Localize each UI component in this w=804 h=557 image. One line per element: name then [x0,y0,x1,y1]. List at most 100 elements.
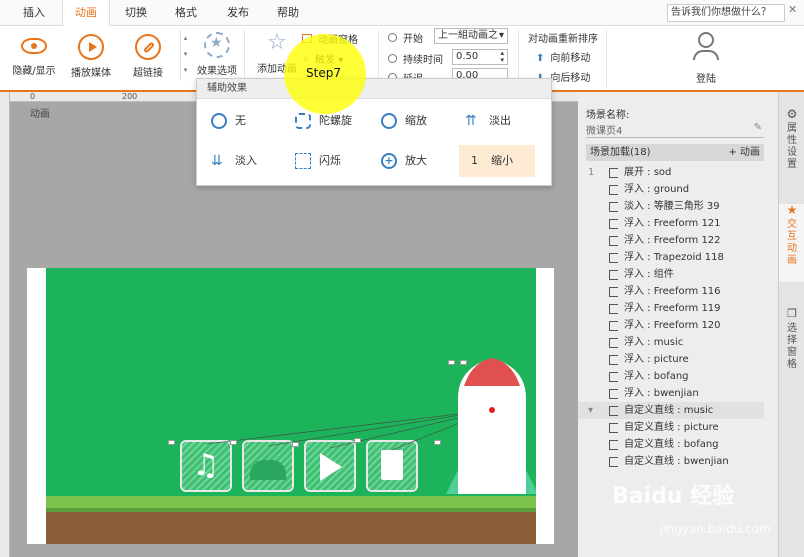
list-item[interactable]: 自定义直线 : bwenjian [578,453,764,470]
list-item[interactable]: 1 展开 : sod [578,164,764,181]
eye-icon [21,38,47,54]
gear-icon: ⚙ [786,107,798,121]
option-fade-in[interactable]: ⇊ 淡入 [211,147,281,175]
login-button[interactable]: 登陆 [680,32,732,85]
effect-options-button[interactable]: ★ 效果选项 [194,32,240,77]
play-media-button[interactable]: 播放媒体 [66,34,116,79]
tab-publish[interactable]: 发布 [218,0,258,26]
list-item-label: 浮入 : Freeform 120 [624,320,721,331]
list-item-number: ▾ [588,405,594,416]
animation-type-icon [609,253,618,263]
menu-bar: 插入 动画 切换 格式 发布 帮助 告诉我们你想做什么？ ✕ [0,0,804,27]
list-item[interactable]: 浮入 : music [578,334,764,351]
selection-handle[interactable] [460,360,467,365]
animation-type-icon [609,304,618,314]
selection-handle[interactable] [448,360,455,365]
list-item-label: 自定义直线 : picture [624,422,719,433]
tab-insert[interactable]: 插入 [14,0,54,26]
animation-type-icon [609,389,618,399]
fade-in-icon: ⇊ [211,153,223,169]
option-enlarge[interactable]: + 放大 [381,147,461,175]
list-item-label: 浮入 : bwenjian [624,388,699,399]
list-item[interactable]: 自定义直线 : bofang [578,436,764,453]
baidu-watermark: Baidu 经验 [612,484,735,509]
animation-type-icon [609,321,618,331]
help-search-input[interactable]: 告诉我们你想做什么？ [667,4,785,22]
list-item[interactable]: 淡入 : 等腰三角形 39 [578,198,764,215]
tab-transition[interactable]: 切换 [116,0,156,26]
hyperlink-label: 超链接 [133,68,163,79]
option-zoom[interactable]: 缩放 [381,107,461,135]
tab-animation[interactable]: 动画 [62,0,110,27]
tab-help[interactable]: 帮助 [268,0,308,26]
rocket-nose[interactable] [464,358,520,386]
list-item[interactable]: 自定义直线 : picture [578,419,764,436]
selection-handle[interactable] [292,442,299,447]
hide-show-button[interactable]: 隐藏/显示 [8,34,60,77]
effect-popup: 辅助效果 无 陀螺旋 缩放 ⇈ 淡出 ⇊ 淡入 闪烁 + 放大 1 缩小 [196,78,552,186]
animation-type-icon [609,185,618,195]
step-label: Step7 [306,66,341,80]
list-item[interactable]: 浮入 : ground [578,181,764,198]
list-item[interactable]: 浮入 : Freeform 116 [578,283,764,300]
sidebar-properties[interactable]: ⚙ 属性设置 [779,108,804,171]
option-none[interactable]: 无 [211,107,281,135]
tab-format[interactable]: 格式 [166,0,206,26]
clock-icon [388,33,397,42]
user-icon [698,32,714,48]
list-item-label: 展开 : sod [624,167,672,178]
ruler-tick: 0 [30,92,36,101]
scene-name-input[interactable]: 微课页4 ✎ [586,122,764,138]
arrow-up-icon: ⬆ [536,53,545,64]
selection-handle[interactable] [168,440,175,445]
list-item[interactable]: 浮入 : Freeform 122 [578,232,764,249]
animation-type-icon [609,372,618,382]
selection-handle[interactable] [434,440,441,445]
list-item[interactable]: 浮入 : Freeform 120 [578,317,764,334]
gallery-scroll[interactable]: ▴ ▾ ▾ [180,30,190,80]
list-item-label: 浮入 : Freeform 116 [624,286,721,297]
shrink-number: 1 [471,154,478,167]
list-item-label: 浮入 : Trapezoid 118 [624,252,724,263]
list-item-number: 1 [588,167,595,178]
option-shrink[interactable]: 1 缩小 [459,145,535,177]
fade-out-icon: ⇈ [465,113,477,129]
selection-handle[interactable] [230,440,237,445]
add-animation-link[interactable]: + 动画 [728,144,760,161]
list-item[interactable]: 浮入 : picture [578,351,764,368]
list-item[interactable]: 浮入 : 组件 [578,266,764,283]
list-item[interactable]: 浮入 : Trapezoid 118 [578,249,764,266]
scene-background[interactable]: ♫ [46,268,536,544]
option-fade-out[interactable]: ⇈ 淡出 [465,107,545,135]
list-item[interactable]: 浮入 : Freeform 121 [578,215,764,232]
animation-type-icon [609,457,618,467]
list-item-label: 浮入 : music [624,337,684,348]
play-icon [78,34,104,60]
list-item-label: 淡入 : 等腰三角形 39 [624,201,720,212]
list-item[interactable]: 浮入 : Freeform 119 [578,300,764,317]
chevron-down-icon: ▾ [498,30,504,41]
duration-input[interactable]: 0.50 ▴ ▾ [452,49,508,65]
move-earlier-button[interactable]: ⬆ 向前移动 [536,49,590,64]
star-icon: ★ [786,203,798,217]
list-item[interactable]: ▾ 自定义直线 : music [578,402,764,419]
list-item-label: 浮入 : bofang [624,371,689,382]
list-item-label: 自定义直线 : bwenjian [624,456,729,467]
sidebar-interactive[interactable]: ★ 交互动画 [779,204,804,282]
close-icon[interactable]: ✕ [788,3,797,16]
list-item-label: 浮入 : picture [624,354,689,365]
motion-target-point[interactable] [489,407,495,413]
option-flash[interactable]: 闪烁 [295,147,375,175]
edit-icon[interactable]: ✎ [754,122,762,133]
list-item[interactable]: 浮入 : bwenjian [578,385,764,402]
animation-type-icon [609,355,618,365]
hyperlink-button[interactable]: 超链接 [126,34,170,79]
sidebar-selection[interactable]: ❐ 选择窗格 [779,308,804,371]
selection-handle[interactable] [354,438,361,443]
spinner-icon[interactable]: ▴ ▾ [500,50,504,64]
effect-options-label: 效果选项 [197,66,237,77]
popup-title: 辅助效果 [197,79,551,99]
list-item[interactable]: 浮入 : bofang [578,368,764,385]
layers-icon: ❐ [787,307,797,320]
start-select[interactable]: 上一組动画之 ▾ [434,28,508,44]
